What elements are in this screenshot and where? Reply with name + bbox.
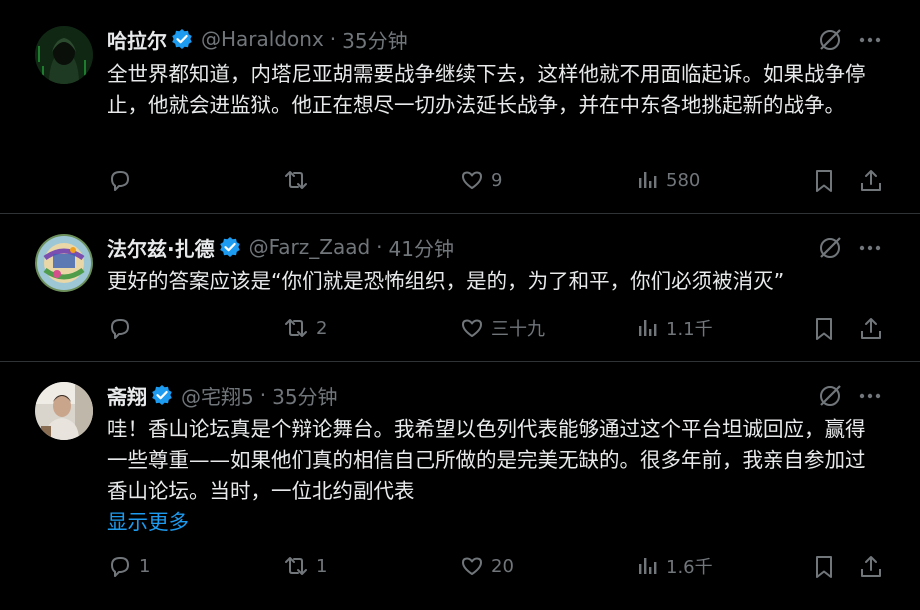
more-options-icon[interactable] [857,383,883,409]
reply-icon [111,171,129,191]
bookmark-icon[interactable] [812,554,836,584]
grok-icon[interactable] [817,383,843,409]
views-icon [639,172,657,188]
views-button[interactable]: 1.6千 [636,553,713,579]
reply-icon [111,557,129,577]
separator-dot: · [259,383,267,407]
views-icon [639,320,657,336]
reply-button[interactable]: 1 [107,553,150,579]
repost-count: 2 [316,317,328,339]
tweet-1[interactable]: 哈拉尔 @Haraldonx · 35分钟 全世界都知道，内塔尼亚胡需要战争继续… [0,0,920,213]
repost-icon [285,171,307,189]
repost-button[interactable]: 2 [282,315,327,341]
separator-dot: · [329,27,337,51]
author-name[interactable]: 法尔兹·扎德 [107,233,215,262]
bookmark-icon[interactable] [812,316,836,346]
heart-icon [462,171,482,189]
tweet-text: 全世界都知道，内塔尼亚胡需要战争继续下去，这样他就不用面临起诉。如果战争停止，他… [107,62,866,117]
author-handle[interactable]: @宅翔5 [181,381,254,410]
repost-button[interactable]: 1 [282,553,327,579]
like-button[interactable]: 三十九 [459,315,545,341]
more-options-icon[interactable] [857,235,883,261]
author-handle[interactable]: @Farz_Zaad [249,235,371,259]
repost-icon [285,319,307,337]
reply-icon [111,319,129,339]
share-icon[interactable] [858,316,884,346]
reply-button[interactable] [107,167,139,193]
separator-dot: · [376,235,383,259]
views-icon [639,558,657,574]
like-count: 20 [491,555,514,577]
share-icon[interactable] [858,554,884,584]
show-more-link[interactable]: 显示更多 [107,505,189,535]
verified-badge-icon [171,28,193,50]
more-options-icon[interactable] [857,27,883,53]
timestamp[interactable]: 35分钟 [342,25,407,54]
timestamp[interactable]: 35分钟 [272,381,337,410]
tweet-text: 更好的答案应该是“你们就是恐怖组织，是的，为了和平，你们必须被消灭” [107,269,785,293]
heart-icon [462,557,482,575]
verified-badge-icon [151,384,173,406]
repost-count: 1 [316,555,328,577]
views-count: 580 [666,169,701,191]
repost-icon [285,557,307,575]
bookmark-icon[interactable] [812,168,836,198]
avatar[interactable] [35,26,93,84]
tweet-2[interactable]: 法尔兹·扎德 @Farz_Zaad · 41分钟 更好的答案应该是“你们就是恐怖… [0,214,920,361]
repost-button[interactable] [282,167,316,193]
tweet-text: 哇！香山论坛真是个辩论舞台。我希望以色列代表能够通过这个平台坦诚回应，赢得一些尊… [107,417,866,503]
tweet-3[interactable]: 斋翔 @宅翔5 · 35分钟 哇！香山论坛真是个辩论舞台。我希望以色列代表能够通… [0,362,920,610]
like-button[interactable]: 20 [459,553,514,579]
verified-badge-icon [219,236,241,258]
like-count: 9 [491,169,503,191]
author-name[interactable]: 斋翔 [107,381,147,410]
share-icon[interactable] [858,168,884,198]
author-name[interactable]: 哈拉尔 [107,25,167,54]
grok-icon[interactable] [817,27,843,53]
views-count: 1.1千 [666,319,713,340]
avatar[interactable] [35,382,93,440]
like-button[interactable]: 9 [459,167,502,193]
views-button[interactable]: 1.1千 [636,315,713,341]
avatar[interactable] [35,234,93,292]
like-count: 三十九 [491,319,545,340]
heart-icon [462,319,482,337]
author-handle[interactable]: @Haraldonx [201,27,324,51]
timestamp[interactable]: 41分钟 [389,233,454,262]
views-button[interactable]: 580 [636,167,700,193]
reply-button[interactable] [107,315,139,341]
views-count: 1.6千 [666,557,713,578]
reply-count: 1 [139,555,151,577]
grok-icon[interactable] [817,235,843,261]
